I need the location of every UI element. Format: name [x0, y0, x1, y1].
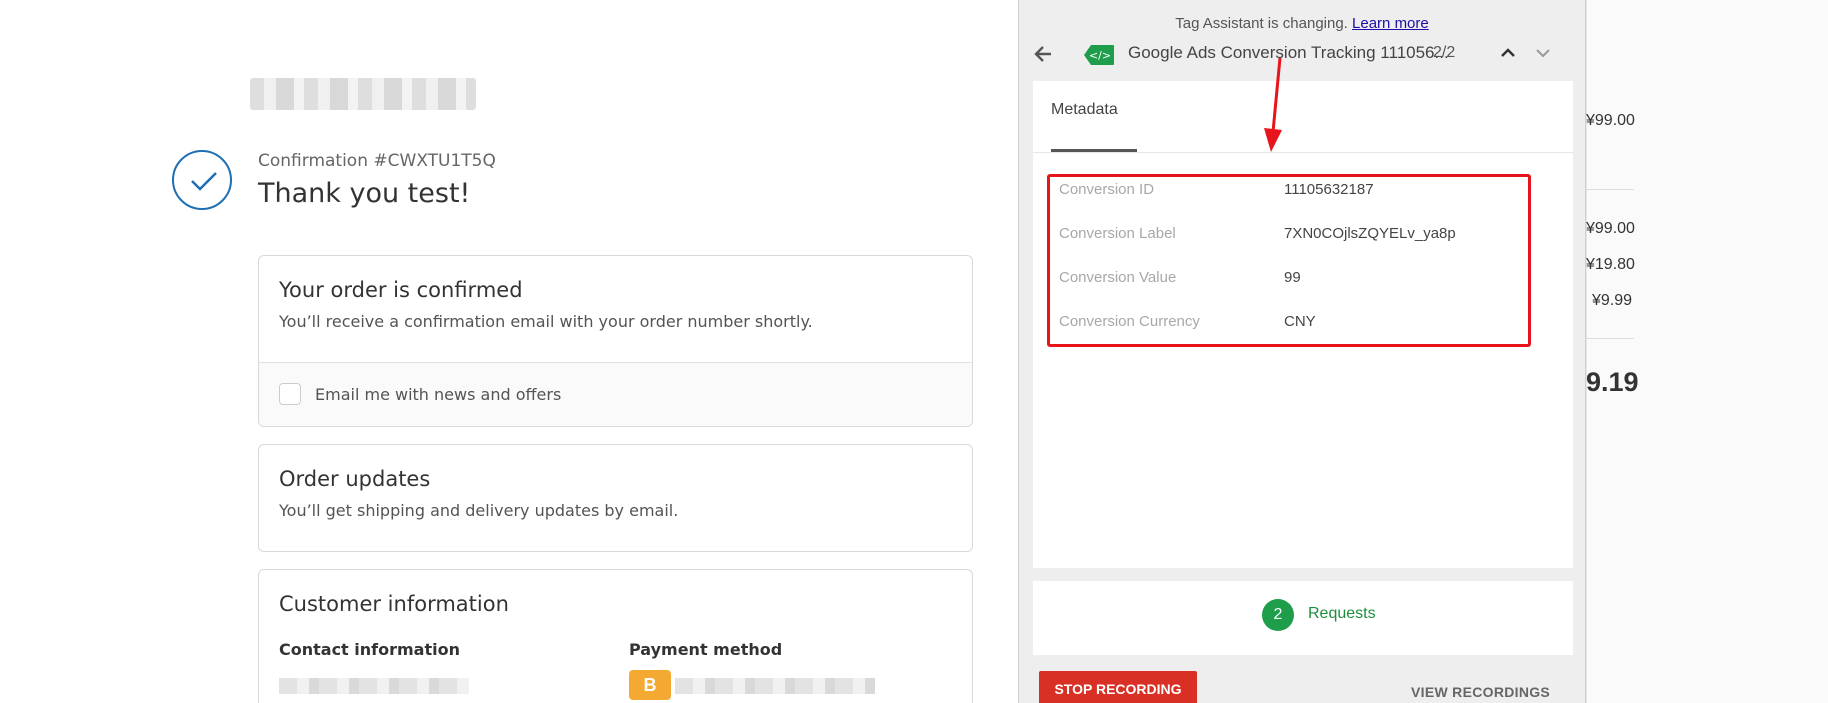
summary-subtotal: ¥99.00 [1586, 220, 1635, 237]
tag-details-card: Metadata Conversion ID 11105632187 Conve… [1033, 81, 1573, 568]
order-confirmed-text: You’ll receive a confirmation email with… [279, 312, 813, 331]
svg-text:</>: </> [1089, 49, 1111, 62]
customer-information-card: Customer information Contact information… [258, 569, 973, 703]
customer-information-title: Customer information [279, 592, 509, 616]
tag-title: Google Ads Conversion Tracking 111056... [1128, 43, 1449, 62]
email-opt-in-row: Email me with news and offers [259, 362, 972, 426]
notice-text: Tag Assistant is changing. [1175, 15, 1348, 32]
contact-information-label: Contact information [279, 640, 460, 659]
tag-pager: 2/2 [1433, 44, 1456, 61]
summary-divider [1586, 189, 1634, 190]
summary-total: 9.19 [1586, 367, 1639, 397]
stop-recording-button[interactable]: STOP RECORDING [1039, 671, 1197, 703]
email-opt-in-label[interactable]: Email me with news and offers [315, 385, 561, 404]
order-updates-title: Order updates [279, 467, 431, 491]
thank-you-heading: Thank you test! [258, 178, 471, 209]
payment-method-label: Payment method [629, 640, 783, 659]
tag-icon: </> [1084, 45, 1114, 65]
order-updates-card: Order updates You’ll get shipping and de… [258, 444, 973, 552]
store-logo-blurred [250, 78, 476, 110]
chevron-up-icon[interactable] [1498, 43, 1518, 63]
checkmark-icon [191, 172, 217, 191]
order-summary-panel [1586, 0, 1828, 703]
order-confirmed-title: Your order is confirmed [279, 278, 523, 302]
confirmation-check-circle [172, 150, 232, 210]
back-arrow-icon[interactable] [1033, 44, 1053, 64]
chevron-down-icon[interactable] [1533, 43, 1553, 63]
annotation-highlight-box [1047, 174, 1531, 347]
view-recordings-button[interactable]: VIEW RECORDINGS [1411, 684, 1550, 700]
tag-assistant-notice: Tag Assistant is changing. Learn more [1019, 15, 1585, 32]
tag-assistant-panel: Tag Assistant is changing. Learn more </… [1018, 0, 1586, 703]
summary-shipping: ¥19.80 [1586, 256, 1635, 273]
requests-section[interactable]: 2 Requests [1033, 581, 1573, 655]
requests-count-badge: 2 [1262, 599, 1294, 631]
contact-information-blurred [279, 678, 469, 694]
summary-divider [1586, 338, 1634, 339]
order-updates-text: You’ll get shipping and delivery updates… [279, 501, 679, 520]
tab-metadata[interactable]: Metadata [1051, 101, 1118, 119]
email-opt-in-checkbox[interactable] [279, 383, 301, 405]
learn-more-link[interactable]: Learn more [1352, 15, 1429, 32]
tag-header: </> Google Ads Conversion Tracking 11105… [1033, 40, 1571, 68]
tab-divider [1033, 152, 1573, 153]
summary-taxes: ¥9.99 [1592, 292, 1633, 309]
payment-method-badge: B [629, 670, 671, 700]
summary-item-price: ¥99.00 [1586, 112, 1635, 129]
requests-label[interactable]: Requests [1308, 605, 1376, 623]
order-confirmed-card: Your order is confirmed You’ll receive a… [258, 255, 973, 427]
payment-method-blurred [675, 678, 875, 694]
confirmation-number: Confirmation #CWXTU1T5Q [258, 151, 496, 171]
